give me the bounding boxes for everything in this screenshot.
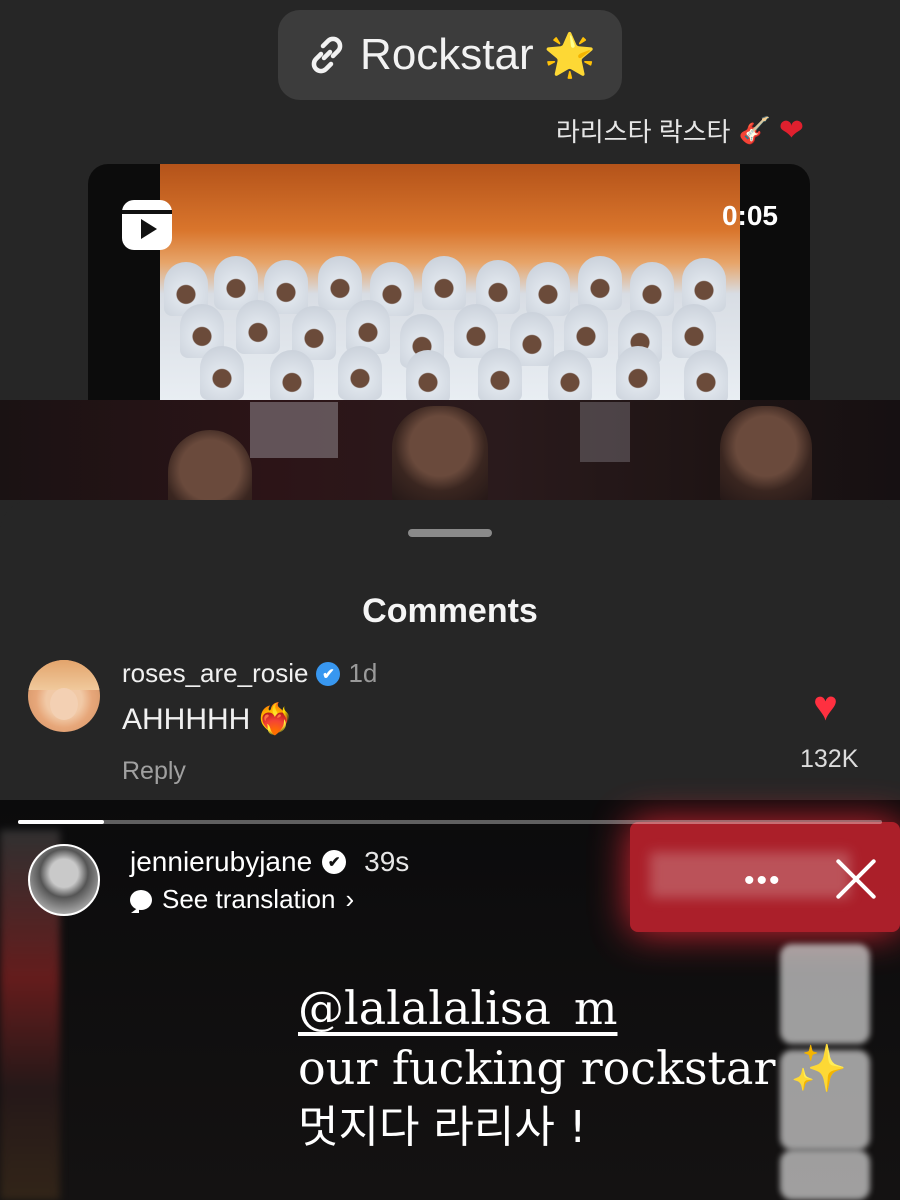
story-avatar[interactable]	[28, 844, 100, 916]
story-username[interactable]: jennierubyjane	[130, 846, 312, 878]
story-line2: our fucking rockstar ✨	[298, 1038, 847, 1098]
link-label: Rockstar	[360, 30, 534, 79]
avatar[interactable]	[28, 660, 100, 732]
comment-username[interactable]: roses_are_rosie	[122, 658, 308, 689]
story-time: 39s	[364, 846, 410, 877]
verified-badge-icon: ✔	[322, 850, 347, 874]
background-video-strip	[0, 400, 900, 500]
comment-author[interactable]: roses_are_rosie ✔ 1d	[122, 658, 377, 689]
close-icon[interactable]	[832, 856, 878, 902]
see-translation-label: See translation	[162, 884, 336, 914]
story-mention[interactable]: @lalalalisa_m	[298, 978, 847, 1038]
story-progress-track	[18, 820, 882, 824]
heart-emoji: ❤	[778, 114, 804, 147]
like-heart-icon[interactable]: ♥	[813, 682, 838, 730]
chevron-right-icon: ›	[345, 884, 355, 914]
comment-text: AHHHHH	[122, 702, 251, 736]
reel-duration: 0:05	[721, 200, 778, 231]
more-options-icon[interactable]: •••	[744, 864, 782, 898]
see-translation-button[interactable]: See translation ›	[130, 884, 354, 915]
comment-time: 1d	[348, 658, 378, 688]
rockstar-link-pill[interactable]: Rockstar 🌟	[278, 10, 622, 100]
reply-button[interactable]: Reply	[122, 757, 186, 786]
star-emoji: 🌟	[543, 30, 596, 78]
comments-title: Comments	[362, 592, 538, 630]
heart-on-fire-emoji: ❤‍🔥	[256, 703, 294, 736]
story-text-overlay: @lalalalisa_m our fucking rockstar ✨ 멋지다…	[298, 978, 847, 1158]
comment-body: AHHHHH ❤‍🔥	[122, 702, 294, 737]
sheet-drag-handle[interactable]	[408, 529, 492, 537]
story-author[interactable]: jennierubyjane ✔ 39s	[130, 846, 409, 878]
story-line3: 멋지다 라리사 !	[298, 1102, 587, 1153]
reels-icon	[122, 200, 172, 250]
shared-reel-card[interactable]: 0:05	[88, 164, 810, 400]
verified-badge-icon: ✔	[316, 661, 341, 686]
like-count: 132K	[800, 745, 859, 773]
sparkles-emoji: ✨	[790, 1041, 848, 1095]
reel-thumbnail[interactable]	[160, 164, 740, 400]
message-caption: 라리스타 락스타 🎸 ❤	[556, 112, 804, 149]
story-line2-text: our fucking rockstar	[298, 1041, 776, 1095]
story-progress-fill	[18, 820, 105, 824]
speech-bubble-icon	[130, 889, 152, 913]
link-icon	[311, 36, 343, 74]
caption-text: 라리스타 락스타	[555, 117, 731, 147]
guitar-emoji: 🎸	[738, 115, 771, 145]
comments-sheet	[0, 500, 900, 800]
